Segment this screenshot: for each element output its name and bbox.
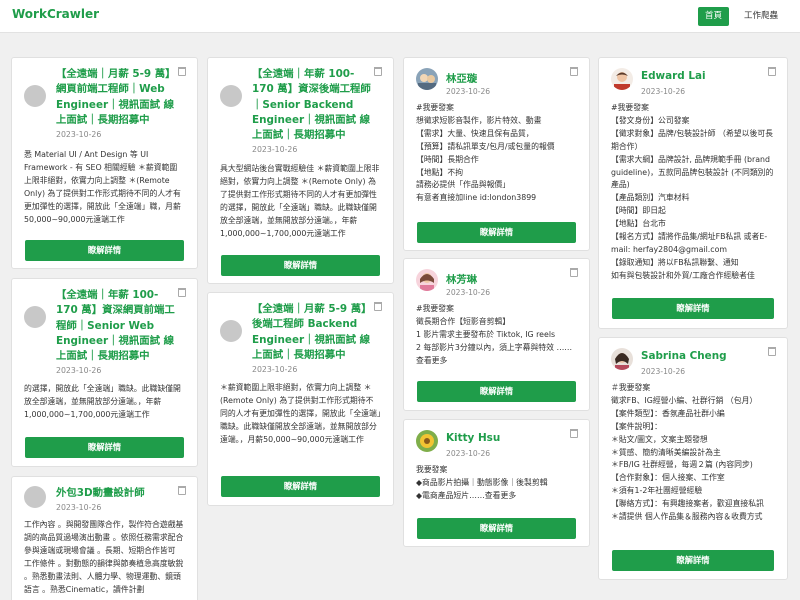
- detail-button[interactable]: 瞭解詳情: [25, 437, 184, 458]
- job-title[interactable]: 【全遠端｜月薪 5-9 萬】網頁前端工程師｜Web Engineer｜視訊面試 …: [56, 67, 179, 128]
- avatar: [24, 306, 46, 328]
- avatar: [24, 486, 46, 508]
- detail-button[interactable]: 瞭解詳情: [221, 476, 380, 497]
- detail-button[interactable]: 瞭解詳情: [612, 298, 774, 319]
- detail-button[interactable]: 瞭解詳情: [25, 240, 184, 261]
- user-name[interactable]: Sabrina Cheng: [641, 350, 769, 362]
- post-content: #我要發案 徵長期合作【短影音剪輯】 1 影片需求主要發布於 Tiktok, I…: [416, 304, 573, 365]
- post-date: 2023-10-26: [56, 130, 102, 139]
- post-card: Edward Lai 2023-10-26 #我要發案 【發文身份】公司發案 【…: [598, 57, 788, 329]
- job-title[interactable]: 【全遠端｜年薪 100-170 萬】資深網頁前端工程師｜Senior Web E…: [56, 288, 179, 364]
- user-avatar: [416, 68, 438, 90]
- post-card: 林芳琳 2023-10-26 #我要發案 徵長期合作【短影音剪輯】 1 影片需求…: [403, 258, 590, 411]
- trash-icon[interactable]: [178, 67, 186, 76]
- user-avatar: [611, 68, 633, 90]
- trash-icon[interactable]: [570, 429, 578, 438]
- job-card: 外包3D動畫設計師 2023-10-26 工作內容 。與開發團隊合作，製作符合遊…: [11, 476, 198, 600]
- post-date: 2023-10-26: [56, 503, 102, 512]
- avatar: [220, 320, 242, 342]
- detail-button[interactable]: 瞭解詳情: [417, 518, 576, 539]
- nav-home-button[interactable]: 首頁: [698, 7, 729, 26]
- user-name[interactable]: Edward Lai: [641, 70, 769, 82]
- job-title[interactable]: 【全遠端｜年薪 100-170 萬】資深後端工程師｜Senior Backend…: [252, 67, 375, 143]
- trash-icon[interactable]: [178, 486, 186, 495]
- nav-jobs-link[interactable]: 工作爬蟲: [734, 7, 788, 26]
- post-card: Sabrina Cheng 2023-10-26 ＃我要發案 徵求FB、IG經營…: [598, 337, 788, 580]
- post-date: 2023-10-26: [446, 87, 491, 96]
- post-date: 2023-10-26: [446, 449, 491, 458]
- post-date: 2023-10-26: [446, 288, 491, 297]
- post-date: 2023-10-26: [252, 145, 298, 154]
- trash-icon[interactable]: [768, 67, 776, 76]
- post-date: 2023-10-26: [641, 367, 686, 376]
- post-date: 2023-10-26: [252, 365, 298, 374]
- trash-icon[interactable]: [570, 268, 578, 277]
- brand-logo[interactable]: WorkCrawler: [12, 7, 99, 21]
- trash-icon[interactable]: [570, 67, 578, 76]
- job-description: 工作內容 。與開發團隊合作，製作符合遊戲基調的高品質過場演出動畫 。依照任務需求…: [24, 520, 184, 594]
- job-card: 【全遠端｜月薪 5-9 萬】網頁前端工程師｜Web Engineer｜視訊面試 …: [11, 57, 198, 269]
- detail-button[interactable]: 瞭解詳情: [221, 255, 380, 276]
- post-content: #我要發案 【發文身份】公司發案 【徵求對象】品牌/包裝設計師 （希望以後可長期…: [611, 103, 774, 280]
- job-card: 【全遠端｜年薪 100-170 萬】資深網頁前端工程師｜Senior Web E…: [11, 278, 198, 467]
- job-description: 具大型網站後台實戰經驗佳 ＊薪資範圍上限非絕對，依實力向上調整 ＊(Remote…: [220, 164, 380, 238]
- top-navbar: WorkCrawler 首頁 工作爬蟲: [0, 0, 800, 33]
- trash-icon[interactable]: [178, 288, 186, 297]
- user-name[interactable]: 林芳琳: [446, 271, 571, 286]
- detail-button[interactable]: 瞭解詳情: [417, 222, 576, 243]
- user-avatar: [416, 269, 438, 291]
- job-card: 【全遠端｜年薪 100-170 萬】資深後端工程師｜Senior Backend…: [207, 57, 394, 284]
- trash-icon[interactable]: [374, 67, 382, 76]
- job-title[interactable]: 【全遠端｜月薪 5-9 萬】後端工程師 Backend Engineer｜視訊面…: [252, 302, 375, 363]
- job-title[interactable]: 外包3D動畫設計師: [56, 486, 179, 501]
- user-name[interactable]: Kitty Hsu: [446, 432, 571, 444]
- job-description: 的選擇，開放此「全遠端」職缺。此職缺僅開放全部遠端，並無開放部分遠端。，年薪1,…: [24, 384, 181, 419]
- post-date: 2023-10-26: [641, 87, 686, 96]
- user-avatar: [611, 348, 633, 370]
- trash-icon[interactable]: [768, 347, 776, 356]
- post-content: #我要發案 想徵求短影音製作，影片特效、動畫 【需求】大量、快速且保有品質， 【…: [416, 103, 555, 203]
- job-card: 【全遠端｜月薪 5-9 萬】後端工程師 Backend Engineer｜視訊面…: [207, 292, 394, 506]
- avatar: [220, 85, 242, 107]
- post-card: 林亞璇 2023-10-26 #我要發案 想徵求短影音製作，影片特效、動畫 【需…: [403, 57, 590, 251]
- post-content: 我要發案 ◆商品影片拍攝｜動態影像｜後製剪輯 ◆電商產品短片……查看更多: [416, 465, 548, 500]
- avatar: [24, 85, 46, 107]
- post-date: 2023-10-26: [56, 366, 102, 375]
- user-name[interactable]: 林亞璇: [446, 70, 571, 85]
- trash-icon[interactable]: [374, 302, 382, 311]
- post-content: ＃我要發案 徵求FB、IG經營小編、社群行銷 （包月） 【案件類型】：香氛產品社…: [611, 383, 764, 522]
- post-card: Kitty Hsu 2023-10-26 我要發案 ◆商品影片拍攝｜動態影像｜後…: [403, 419, 590, 547]
- user-avatar: [416, 430, 438, 452]
- detail-button[interactable]: 瞭解詳情: [417, 381, 576, 402]
- detail-button[interactable]: 瞭解詳情: [612, 550, 774, 571]
- job-description: 悉 Material UI / Ant Design 等 UI Framewor…: [24, 150, 181, 224]
- job-description: ＊薪資範圍上限非絕對，依實力向上調整 ＊(Remote Only) 為了提供對工…: [220, 383, 381, 444]
